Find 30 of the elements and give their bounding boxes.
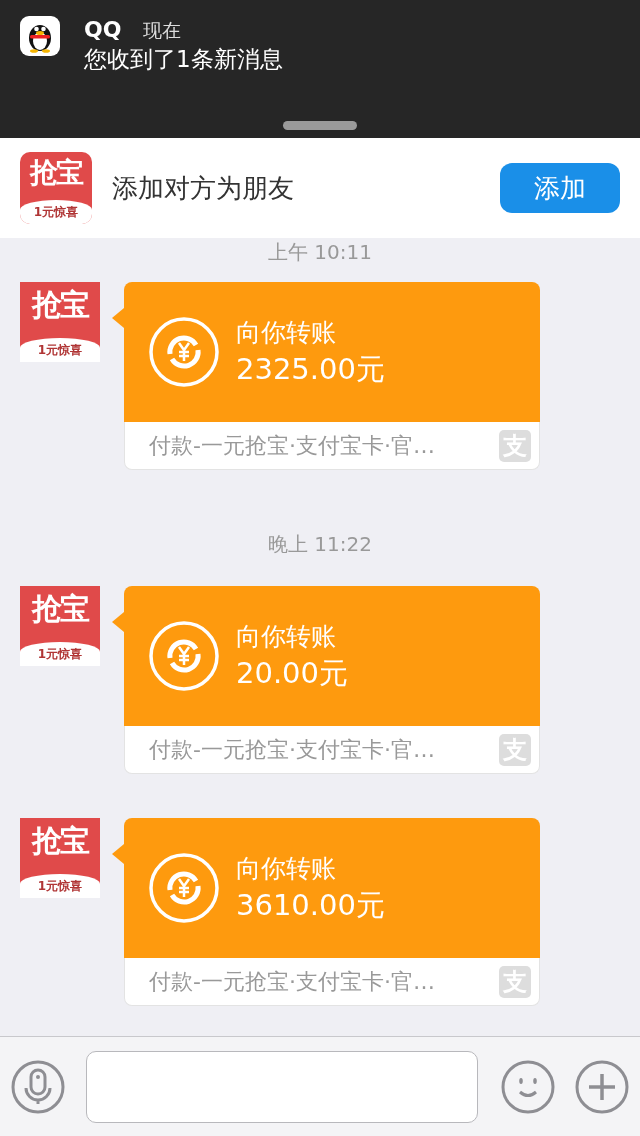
message-input[interactable] [86, 1050, 478, 1123]
penguin-icon [20, 16, 60, 56]
timestamp: 晚上 11:22 [267, 531, 373, 558]
payment-note: 付款-一元抢宝·支付宝卡·官… [149, 968, 435, 996]
avatar-logo[interactable]: 抢宝 1元惊喜 [20, 818, 100, 898]
transfer-amount: 2325.00元 [236, 351, 385, 388]
transfer-icon [148, 316, 220, 388]
avatar-logo[interactable]: 抢宝 1元惊喜 [20, 282, 100, 362]
transfer-icon [148, 620, 220, 692]
notification-message: 您收到了1条新消息 [84, 45, 283, 74]
payment-note: 付款-一元抢宝·支付宝卡·官… [149, 736, 435, 764]
app-name: QQ [84, 16, 122, 44]
transfer-title: 向你转账 [236, 317, 337, 349]
notification-panel[interactable]: QQ 现在 您收到了1条新消息 [0, 0, 640, 138]
smiley-icon[interactable] [500, 1058, 556, 1115]
avatar-logo: 抢宝 1元惊喜 [20, 152, 92, 224]
microphone-icon[interactable] [10, 1058, 66, 1115]
transfer-amount: 3610.00元 [236, 887, 385, 924]
transfer-icon [148, 852, 220, 924]
plus-icon[interactable] [574, 1058, 630, 1115]
banner-text: 添加对方为朋友 [112, 171, 294, 205]
transfer-amount: 20.00元 [236, 655, 349, 692]
avatar-logo[interactable]: 抢宝 1元惊喜 [20, 586, 100, 666]
drag-handle[interactable] [283, 121, 357, 130]
notification-time: 现在 [143, 18, 182, 43]
payment-note: 付款-一元抢宝·支付宝卡·官… [149, 432, 435, 460]
add-button[interactable]: 添加 [500, 163, 620, 213]
transfer-title: 向你转账 [236, 853, 337, 885]
transfer-title: 向你转账 [236, 621, 337, 653]
timestamp: 上午 10:11 [267, 239, 373, 266]
